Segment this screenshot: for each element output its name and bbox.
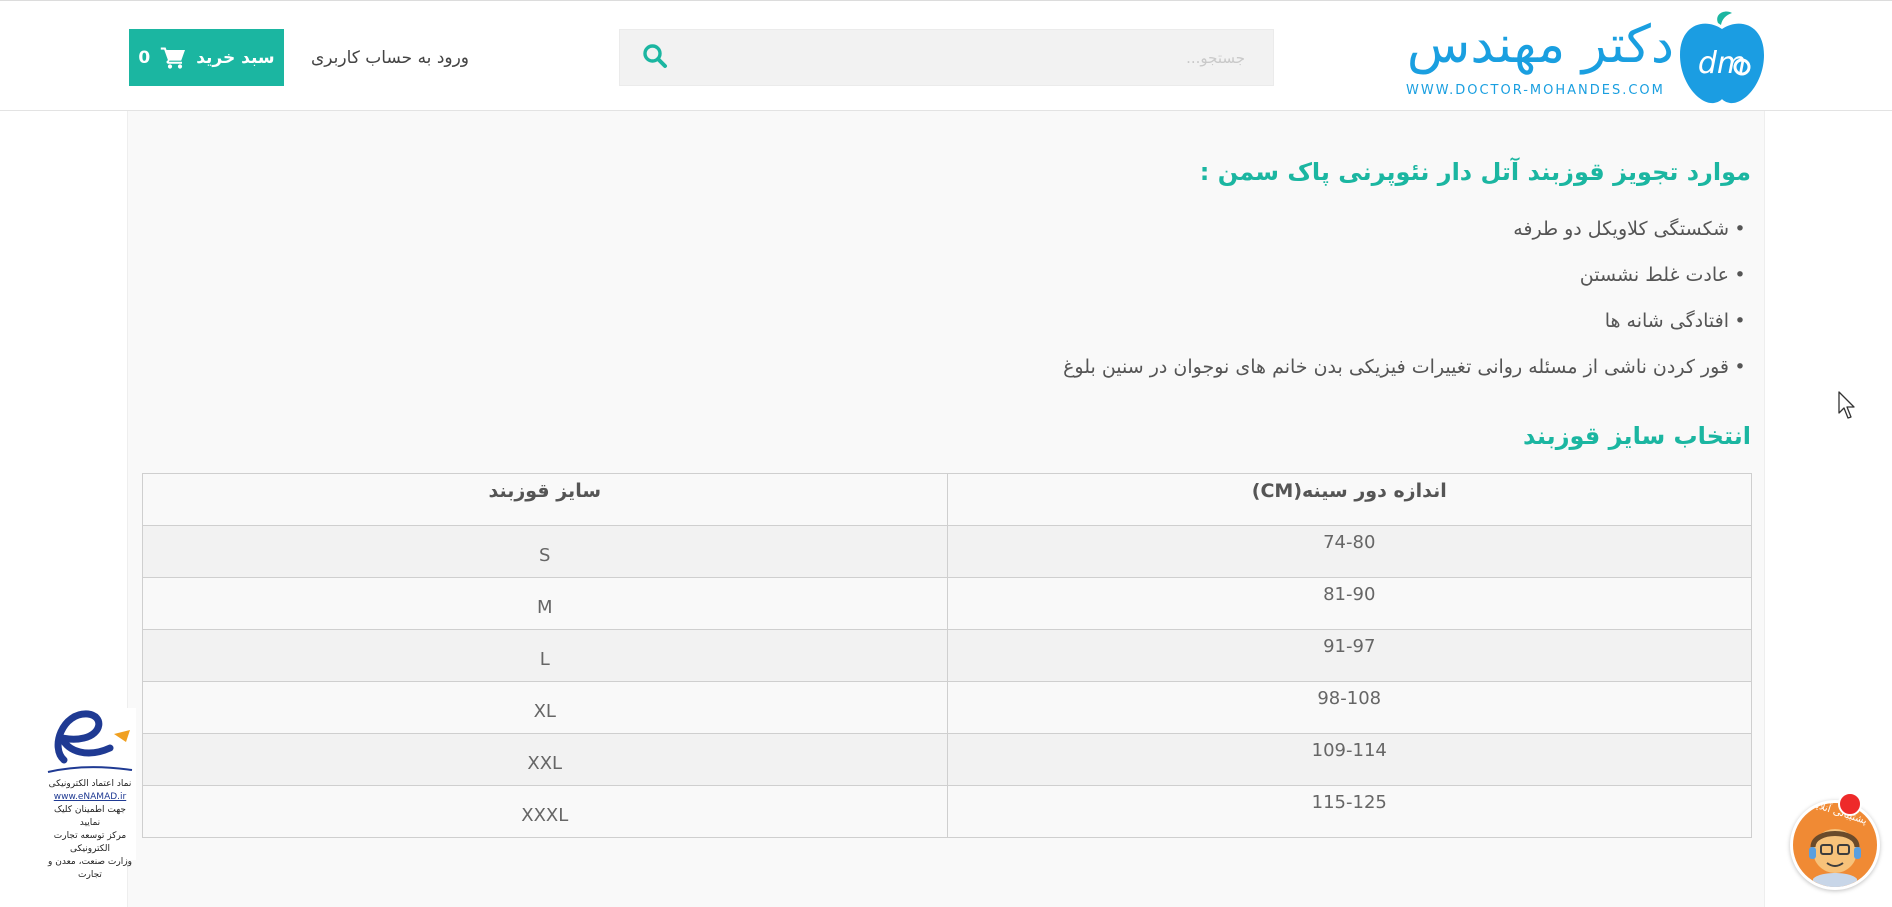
table-row: 98-108 XL bbox=[142, 681, 1752, 734]
enamad-logo-icon bbox=[47, 710, 133, 773]
cart-count: 0 bbox=[138, 47, 151, 68]
size-cell: L bbox=[142, 629, 948, 682]
size-cell: XXXL bbox=[142, 785, 948, 838]
list-item: •عادت غلط نشستن bbox=[1063, 258, 1751, 304]
svg-text:dm: dm bbox=[1698, 46, 1746, 81]
indications-list: •شکستگی کلاویکل دو طرفه •عادت غلط نشستن … bbox=[1063, 212, 1751, 396]
bullet: • bbox=[1734, 218, 1746, 240]
chest-cell: 109-114 bbox=[946, 733, 1752, 786]
indications-title: موارد تجویز قوزبند آتل دار نئوپرنی پاک س… bbox=[1199, 158, 1751, 186]
login-link[interactable]: ورود به حساب کاربری bbox=[300, 29, 480, 86]
site-header: سبد خرید 0 ورود به حساب کاربری دکتر مهند… bbox=[0, 0, 1892, 111]
site-logo[interactable]: دکتر مهندس WWW.DOCTOR-MOHANDES.COM dm bbox=[1400, 9, 1770, 107]
table-header-row: اندازه دور سینه(CM) سایز قوزبند bbox=[142, 473, 1752, 526]
bullet: • bbox=[1734, 356, 1746, 378]
list-item: •قور کردن ناشی از مسئله روانی تغییرات فی… bbox=[1063, 350, 1751, 396]
mouse-cursor-icon bbox=[1838, 391, 1858, 421]
chest-cell: 115-125 bbox=[946, 785, 1752, 838]
size-selection-title: انتخاب سایز قوزبند bbox=[1523, 422, 1751, 450]
size-cell: XL bbox=[142, 681, 948, 734]
online-support-button[interactable]: پشتیبانی آنلاین bbox=[1790, 800, 1880, 890]
logo-apple-icon: dm bbox=[1674, 9, 1770, 107]
enamad-text: نماد اعتماد الکترونیکی www.eNAMAD.ir جهت… bbox=[48, 779, 132, 880]
table-row: 115-125 XXXL bbox=[142, 785, 1752, 838]
search-bar bbox=[619, 29, 1274, 86]
header-chest-size: اندازه دور سینه(CM) bbox=[946, 473, 1752, 526]
chest-cell: 91-97 bbox=[946, 629, 1752, 682]
table-row: 109-114 XXL bbox=[142, 733, 1752, 786]
list-item: •شکستگی کلاویکل دو طرفه bbox=[1063, 212, 1751, 258]
logo-title: دکتر مهندس bbox=[1406, 15, 1675, 75]
table-row: 74-80 S bbox=[142, 525, 1752, 578]
table-row: 81-90 M bbox=[142, 577, 1752, 630]
bullet: • bbox=[1734, 264, 1746, 286]
bullet: • bbox=[1734, 310, 1746, 332]
list-item: •افتادگی شانه ها bbox=[1063, 304, 1751, 350]
header-brace-size: سایز قوزبند bbox=[142, 473, 948, 526]
search-input[interactable] bbox=[703, 30, 1273, 85]
size-cell: S bbox=[142, 525, 948, 578]
size-cell: M bbox=[142, 577, 948, 630]
logo-url: WWW.DOCTOR-MOHANDES.COM bbox=[1406, 83, 1665, 98]
cart-label: سبد خرید bbox=[196, 47, 275, 68]
table-row: 91-97 L bbox=[142, 629, 1752, 682]
enamad-trust-badge[interactable]: نماد اعتماد الکترونیکی www.eNAMAD.ir جهت… bbox=[44, 708, 136, 880]
chest-cell: 98-108 bbox=[946, 681, 1752, 734]
chest-cell: 74-80 bbox=[946, 525, 1752, 578]
search-icon bbox=[642, 43, 668, 73]
notification-dot bbox=[1838, 792, 1862, 816]
search-button[interactable] bbox=[620, 30, 690, 85]
shopping-cart-icon bbox=[160, 47, 186, 69]
chest-cell: 81-90 bbox=[946, 577, 1752, 630]
size-cell: XXL bbox=[142, 733, 948, 786]
cart-button[interactable]: سبد خرید 0 bbox=[129, 29, 284, 86]
size-table: اندازه دور سینه(CM) سایز قوزبند 74-80 S … bbox=[142, 473, 1752, 838]
